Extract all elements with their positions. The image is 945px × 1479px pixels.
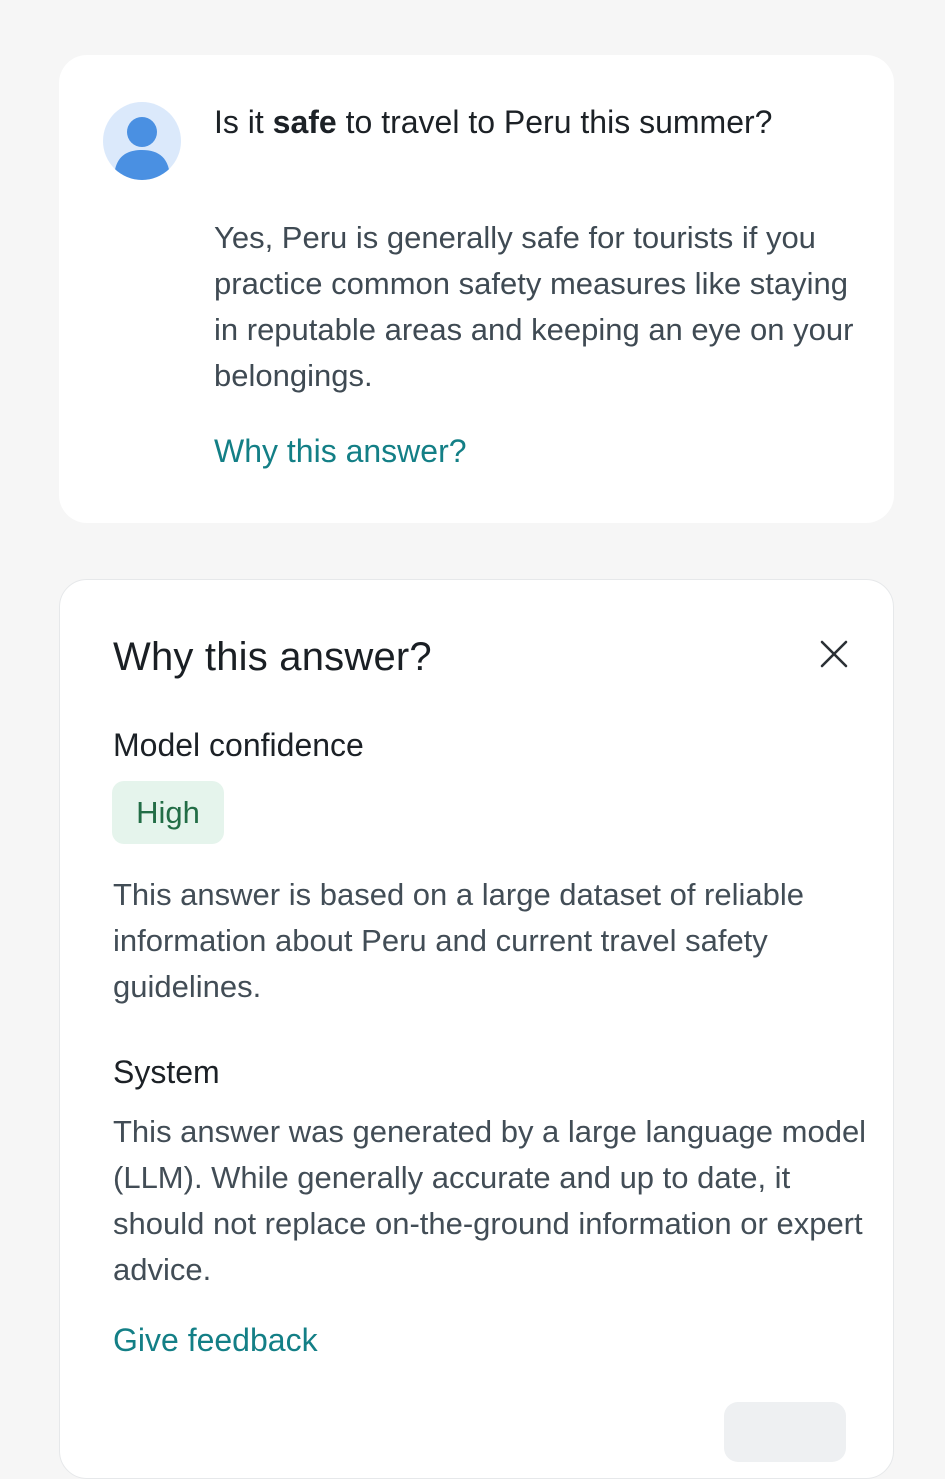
close-button[interactable] bbox=[812, 632, 856, 676]
panel-title: Why this answer? bbox=[113, 635, 432, 679]
model-confidence-heading: Model confidence bbox=[113, 727, 364, 763]
system-heading: System bbox=[113, 1054, 220, 1090]
close-icon bbox=[820, 640, 848, 668]
answer-text: Yes, Peru is generally safe for tourists… bbox=[214, 220, 854, 393]
question-before: Is it bbox=[214, 104, 273, 140]
why-this-answer-panel: Why this answer? Model confidence High T… bbox=[59, 579, 894, 1479]
confidence-description: This answer is based on a large dataset … bbox=[113, 877, 805, 1004]
question-emphasis: safe bbox=[272, 104, 337, 140]
question-after: to travel to Peru this summer? bbox=[336, 104, 773, 140]
user-avatar-icon bbox=[103, 102, 181, 180]
panel-action-button[interactable] bbox=[724, 1402, 846, 1462]
give-feedback-link[interactable]: Give feedback bbox=[113, 1318, 318, 1362]
confidence-badge: High bbox=[112, 781, 224, 844]
user-question: Is it safe to travel to Peru this summer… bbox=[214, 99, 774, 145]
why-this-answer-link[interactable]: Why this answer? bbox=[214, 429, 467, 473]
question-answer-card: Is it safe to travel to Peru this summer… bbox=[59, 55, 894, 523]
system-description: This answer was generated by a large lan… bbox=[113, 1114, 867, 1287]
